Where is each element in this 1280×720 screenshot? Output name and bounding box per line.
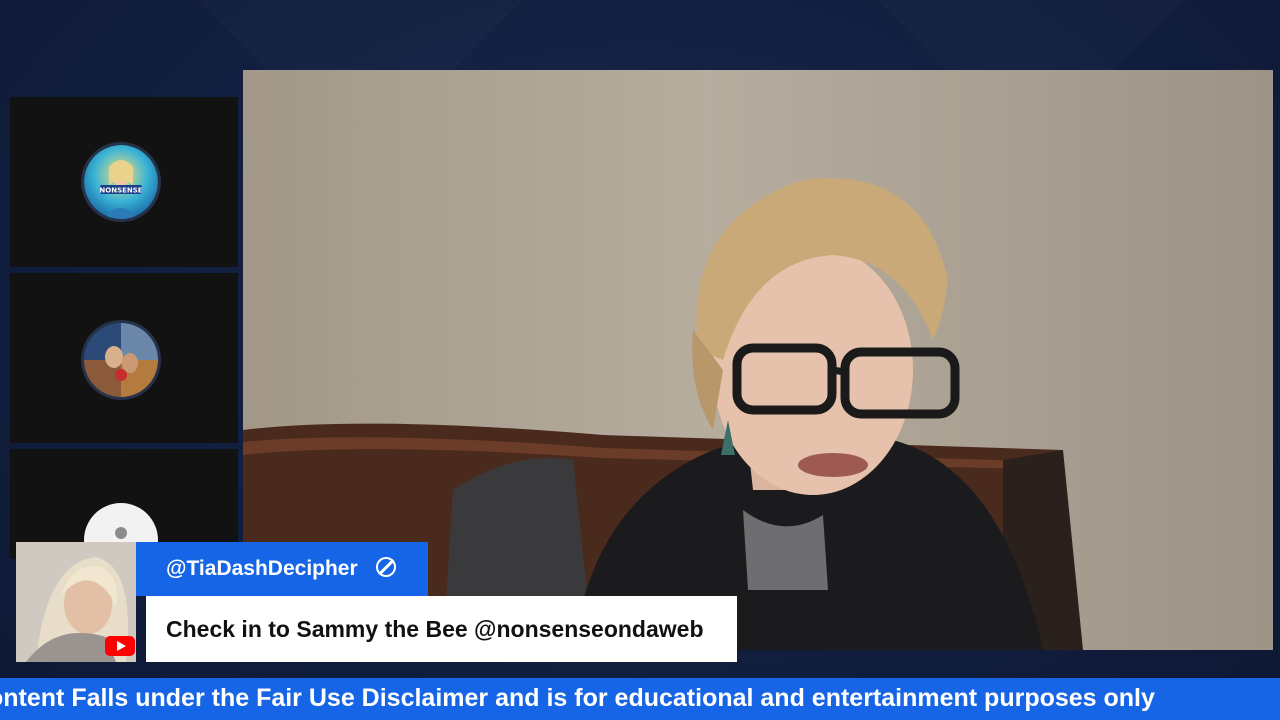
participant-avatar-nonsense: NONSENSE	[84, 145, 158, 219]
participant-tile-2[interactable]	[10, 273, 238, 443]
verified-icon	[376, 557, 396, 577]
chat-message-box: Check in to Sammy the Bee @nonsenseondaw…	[146, 596, 737, 662]
nonsense-logo-icon: NONSENSE	[84, 145, 158, 219]
chat-message-text: Check in to Sammy the Bee @nonsenseondaw…	[166, 615, 704, 642]
chat-username-bar: @TiaDashDecipher	[136, 542, 428, 596]
svg-text:NONSENSE: NONSENSE	[99, 187, 142, 195]
chat-username: @TiaDashDecipher	[166, 557, 358, 580]
participant-tile-1[interactable]: NONSENSE	[10, 97, 238, 267]
collage-avatar-icon	[84, 323, 158, 397]
disclaimer-ticker: ontent Falls under the Fair Use Disclaim…	[0, 678, 1280, 720]
ticker-text: ontent Falls under the Fair Use Disclaim…	[0, 684, 1155, 712]
participant-avatar-collage	[84, 323, 158, 397]
youtube-icon	[105, 636, 135, 656]
